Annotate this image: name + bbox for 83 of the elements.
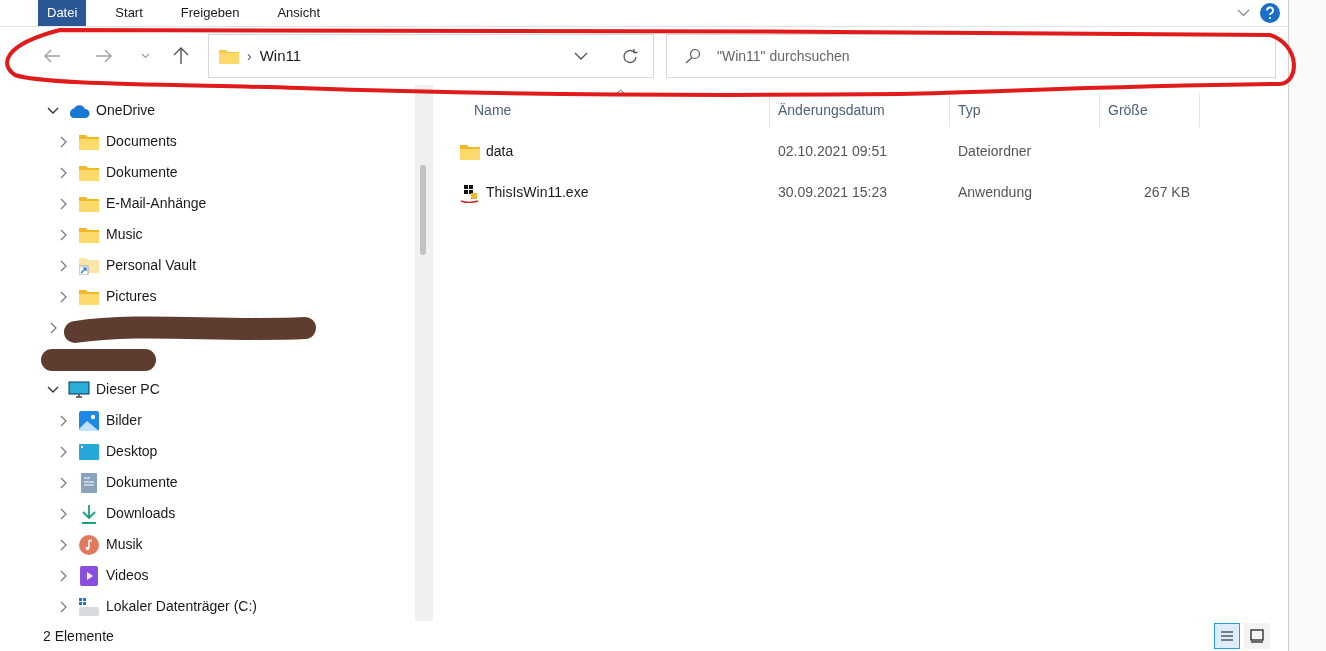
app-icon [460, 182, 480, 203]
chevron-down-icon[interactable] [47, 106, 59, 115]
column-header[interactable]: Größe [1100, 93, 1200, 127]
ribbon-tab[interactable]: Ansicht [268, 0, 329, 26]
table-cell-text: Dateiordner [958, 142, 1032, 161]
cloud-icon [68, 103, 90, 118]
chevron-right-icon[interactable] [59, 538, 67, 551]
tree-item[interactable]: Personal Vault [106, 255, 196, 276]
forward-arrow-icon [95, 49, 113, 63]
tree-item[interactable]: Documents [106, 131, 177, 152]
back-arrow-icon [43, 49, 61, 63]
scrollbar[interactable] [415, 85, 433, 621]
tiles-view-button[interactable] [1244, 623, 1270, 649]
chevron-right-icon[interactable] [59, 507, 67, 520]
download-arrow-icon [80, 503, 98, 524]
breadcrumb-item[interactable]: Win11 [259, 44, 566, 68]
sort-caret-icon [615, 89, 626, 95]
folder-icon [79, 195, 99, 212]
table-cell-text: Anwendung [958, 183, 1032, 202]
document-icon [81, 472, 97, 493]
folder-icon [79, 288, 99, 305]
tree-item[interactable]: Dokumente [106, 472, 178, 493]
table-cell-text: 267 KB [1144, 183, 1190, 202]
folder-icon [460, 143, 480, 160]
tiles-view-icon [1247, 626, 1267, 646]
video-icon [80, 565, 98, 586]
tree-item[interactable]: Dokumente [106, 162, 178, 183]
ribbon-tab[interactable]: Start [106, 0, 152, 26]
tree-item[interactable]: OneDrive [96, 100, 156, 121]
image-icon [79, 410, 99, 431]
tree-item[interactable]: Downloads [106, 503, 176, 524]
folder-icon [219, 48, 239, 64]
breadcrumb-separator: › [247, 46, 252, 66]
item-count: 2 Elemente [43, 626, 115, 646]
column-header[interactable]: Typ [950, 93, 1100, 127]
chevron-right-icon[interactable] [59, 476, 67, 489]
tree-item[interactable]: Pictures [106, 286, 157, 307]
chevron-down-icon[interactable] [47, 385, 59, 394]
drive-icon [79, 597, 99, 616]
up-arrow-icon [173, 47, 189, 65]
monitor-icon [68, 380, 90, 399]
details-view-button[interactable] [1214, 623, 1240, 649]
address-bar[interactable]: › Win11 [208, 34, 654, 78]
tree-item[interactable]: Desktop [106, 441, 158, 462]
tree-item[interactable]: Bilder [106, 410, 142, 431]
chevron-right-icon[interactable] [59, 445, 67, 458]
desktop-icon [79, 443, 99, 460]
column-header[interactable]: Änderungsdatum [770, 93, 950, 127]
search-input[interactable]: "Win11" durchsuchen [717, 45, 1275, 67]
tree-item[interactable]: E-Mail-Anhänge [106, 193, 207, 214]
help-icon[interactable] [1260, 3, 1280, 23]
tree-item[interactable]: Musik [106, 534, 143, 555]
tree-item[interactable]: Music [106, 224, 143, 245]
chevron-down-icon[interactable] [574, 52, 588, 60]
ribbon-tab[interactable]: Freigeben [171, 0, 249, 26]
chevron-right-icon[interactable] [59, 197, 67, 210]
chevron-right-icon[interactable] [59, 290, 67, 303]
file-name[interactable]: ThisIsWin11.exe [486, 182, 589, 203]
search-field[interactable]: "Win11" durchsuchen [666, 34, 1276, 78]
chevron-right-icon[interactable] [59, 414, 67, 427]
music-note-icon [79, 534, 99, 555]
chevron-right-icon[interactable] [59, 135, 67, 148]
tree-item[interactable]: Videos [106, 565, 149, 586]
tree-item[interactable]: Dieser PC [96, 379, 160, 400]
chevron-right-icon[interactable] [49, 321, 57, 334]
file-name[interactable]: data [486, 141, 514, 162]
refresh-icon[interactable] [622, 47, 639, 65]
folder-icon [79, 133, 99, 150]
chevron-right-icon[interactable] [59, 166, 67, 179]
table-cell-text: 30.09.2021 15:23 [778, 183, 887, 202]
folder-icon [79, 164, 99, 181]
chevron-right-icon[interactable] [59, 600, 67, 613]
column-header[interactable]: Name [460, 93, 770, 127]
chevron-right-icon[interactable] [59, 228, 67, 241]
table-cell-text: 02.10.2021 09:51 [778, 142, 887, 161]
ribbon-tab[interactable]: Datei [38, 0, 87, 26]
chevron-right-icon[interactable] [59, 569, 67, 582]
tree-item[interactable]: Lokaler Datenträger (C:) [106, 596, 257, 617]
chevron-right-icon[interactable] [59, 259, 67, 272]
search-icon [685, 48, 701, 64]
caret-icon [140, 53, 150, 59]
folder-icon [79, 226, 99, 243]
folder-shortcut-icon [79, 256, 99, 275]
